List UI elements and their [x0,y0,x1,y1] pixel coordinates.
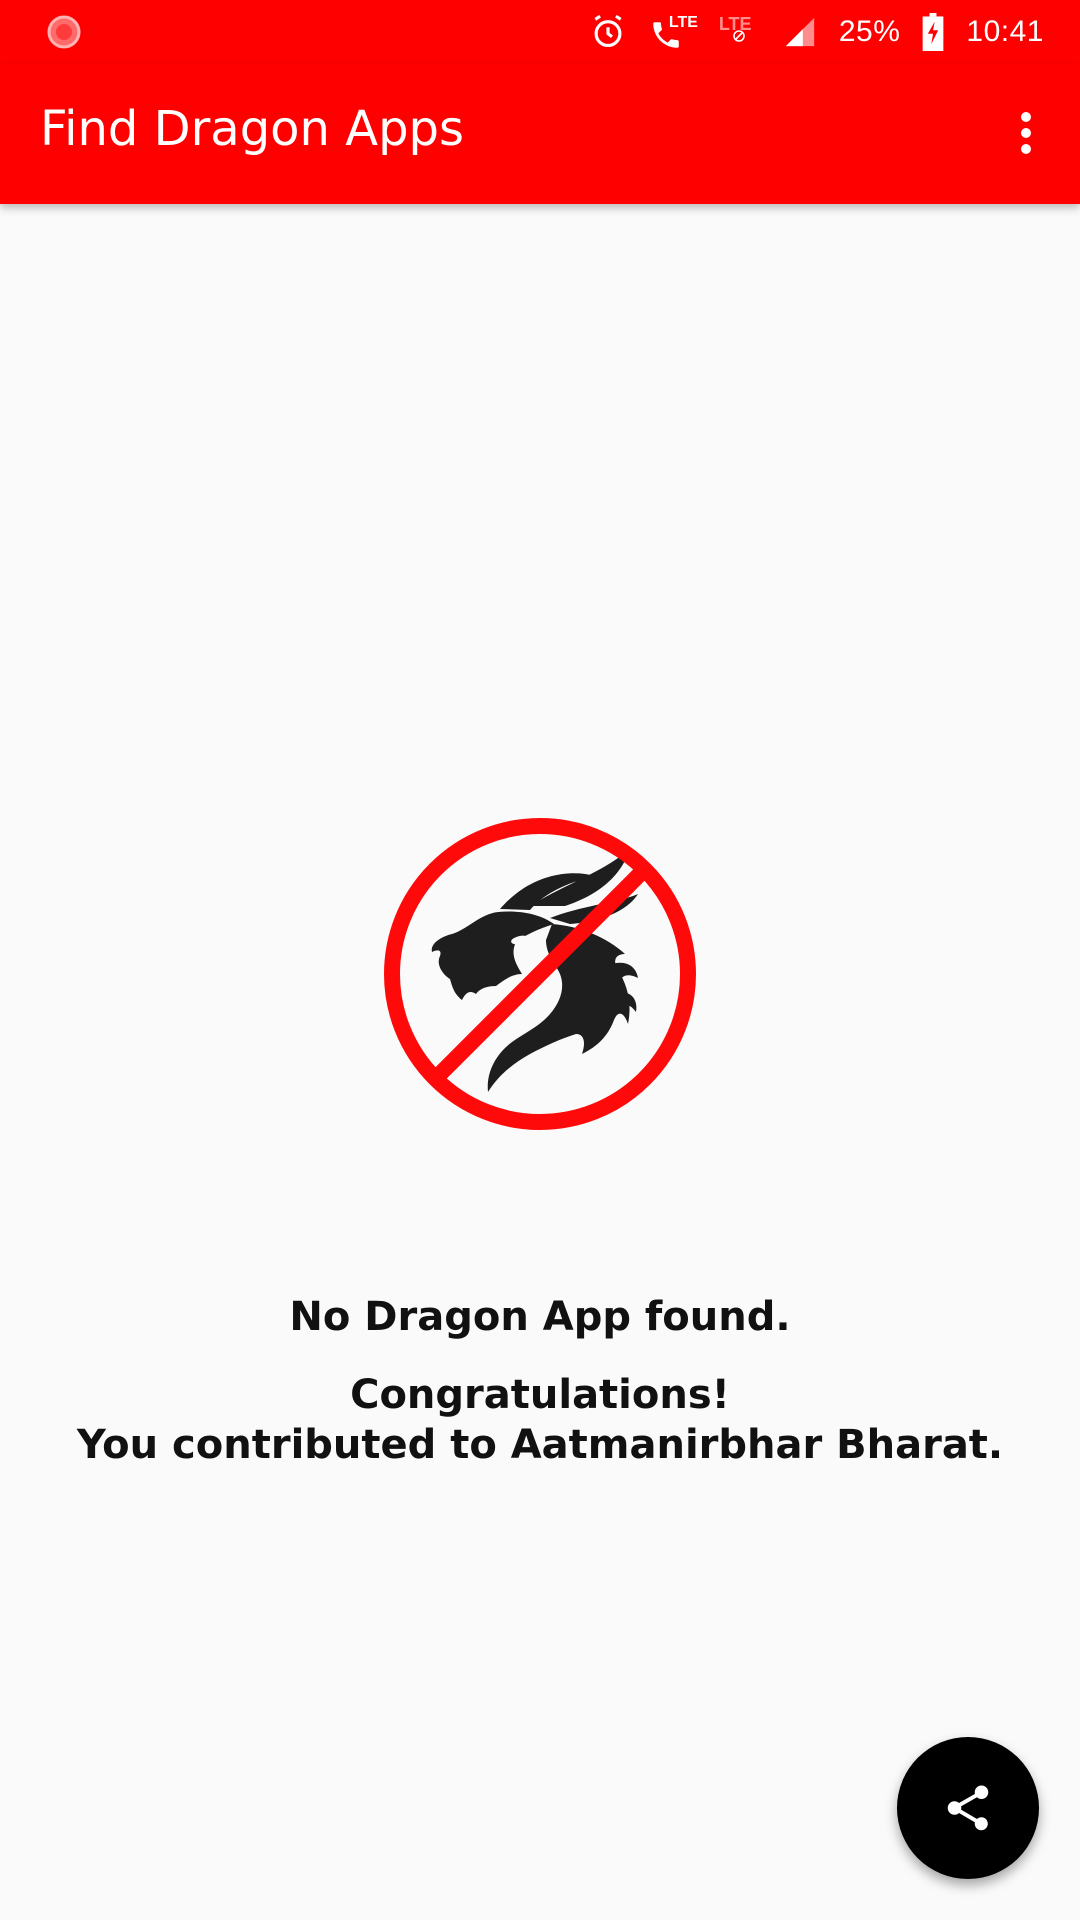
no-dragon-message: No Dragon App found. [289,1294,791,1340]
battery-percent: 25% [838,14,901,48]
alarm-icon [589,13,627,51]
app-notification-icon [44,12,84,52]
congratulations-line: Congratulations! [350,1372,730,1418]
status-bar: LTE LTE 25% 10:41 [0,0,1080,63]
page-title: Find Dragon Apps [40,101,465,157]
volte-call-icon: LTE [649,12,698,52]
clock: 10:41 [966,14,1044,48]
contribution-line: You contributed to Aatmanirbhar Bharat. [76,1422,1004,1468]
main-content: No Dragon App found. Congratulations! Yo… [0,204,1080,1920]
congratulations-message: Congratulations! You contributed to Aatm… [0,1370,1080,1470]
share-icon [947,1785,989,1831]
more-options-button[interactable] [996,101,1056,165]
battery-charging-icon [922,12,944,51]
share-button[interactable] [897,1737,1039,1879]
app-bar: Find Dragon Apps [0,63,1080,204]
more-vert-icon [1021,112,1031,154]
lte-label: LTE [668,13,698,31]
no-dragon-icon [380,814,700,1134]
signal-icon [783,15,817,49]
lte-data-off-icon: LTE [719,12,761,52]
